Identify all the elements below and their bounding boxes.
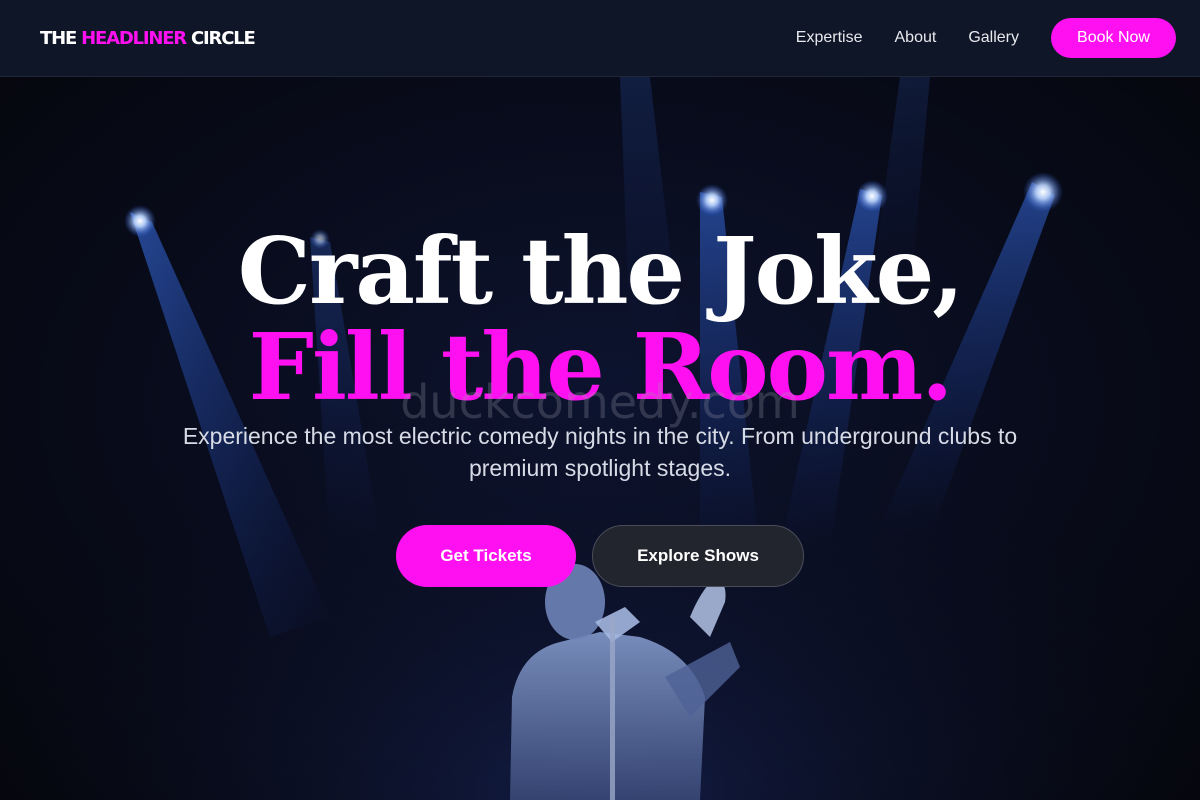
nav-link-gallery[interactable]: Gallery bbox=[968, 29, 1019, 47]
nav-links: Expertise About Gallery Book Now bbox=[796, 18, 1176, 58]
nav-link-about[interactable]: About bbox=[895, 29, 937, 47]
logo-word-circle: CIRCLE bbox=[191, 27, 256, 49]
book-now-button[interactable]: Book Now bbox=[1051, 18, 1176, 58]
logo-word-the: THE bbox=[40, 27, 77, 49]
hero-section: Craft the Joke, Fill the Room. duckcomed… bbox=[0, 77, 1200, 800]
hero-headline-line1: Craft the Joke, bbox=[237, 217, 965, 325]
get-tickets-button[interactable]: Get Tickets bbox=[396, 525, 576, 587]
explore-shows-button[interactable]: Explore Shows bbox=[592, 525, 804, 587]
hero-subtitle: Experience the most electric comedy nigh… bbox=[182, 423, 1018, 481]
nav-link-expertise[interactable]: Expertise bbox=[796, 29, 863, 47]
logo-word-headliner: HEADLINER bbox=[81, 27, 187, 49]
hero-headline-line2: Fill the Room. bbox=[248, 313, 954, 421]
brand-logo[interactable]: THE HEADLINER CIRCLE bbox=[40, 27, 256, 49]
top-navbar: THE HEADLINER CIRCLE Expertise About Gal… bbox=[0, 0, 1200, 77]
